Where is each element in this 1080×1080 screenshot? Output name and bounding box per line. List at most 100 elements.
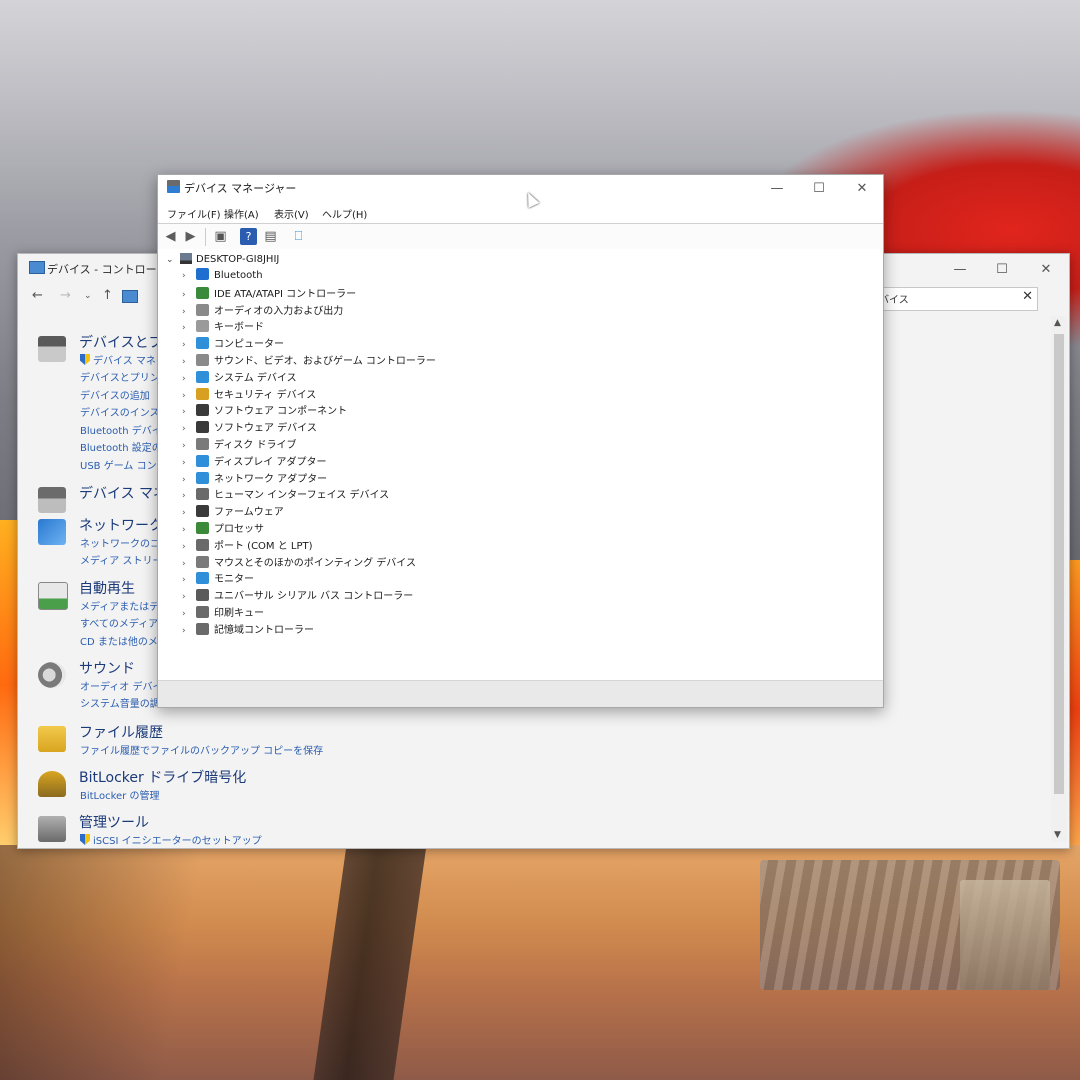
scroll-down-icon[interactable]: ▼ [1054,830,1061,840]
device-category-label: セキュリティ デバイス [214,389,317,401]
expand-chevron-icon[interactable]: › [182,441,194,451]
expand-chevron-icon[interactable]: › [182,609,194,619]
maximize-button[interactable]: ☐ [987,260,1017,280]
expand-chevron-icon[interactable]: › [182,357,194,367]
device-category-row[interactable]: › ディスプレイ アダプター [182,453,326,470]
help-icon[interactable]: ? [240,228,257,245]
collapse-chevron-icon[interactable]: ⌄ [166,255,178,265]
expand-chevron-icon[interactable]: › [182,559,194,569]
device-manager-titlebar[interactable]: デバイス マネージャー — ☐ ✕ [158,175,883,203]
device-category-row[interactable]: › IDE ATA/ATAPI コントローラー [182,285,356,302]
up-arrow-icon[interactable]: ↑ [102,288,113,303]
expand-chevron-icon[interactable]: › [182,575,194,585]
expand-chevron-icon[interactable]: › [182,290,194,300]
forward-icon[interactable]: ▶ [182,228,199,245]
device-category-label: ソフトウェア デバイス [214,423,317,435]
category-title[interactable]: ファイル履歴 [79,722,163,742]
menu-view[interactable]: 表示(V) [274,206,309,221]
minimize-button[interactable]: — [762,179,792,199]
device-category-row[interactable]: › コンピューター [182,335,284,352]
properties-icon[interactable]: ▤ [262,228,279,245]
expand-chevron-icon[interactable]: › [182,323,194,333]
device-category-row[interactable]: › マウスとそのほかのポインティング デバイス [182,554,416,571]
close-button[interactable]: ✕ [847,179,877,199]
device-category-row[interactable]: › システム デバイス [182,369,297,386]
device-category-row[interactable]: › ネットワーク アダプター [182,470,327,487]
category-link[interactable]: Bluetooth デバイ [80,422,162,437]
category-title[interactable]: サウンド [79,658,135,678]
device-category-row[interactable]: › ユニバーサル シリアル バス コントローラー [182,587,413,604]
device-category-row[interactable]: › ポート (COM と LPT) [182,537,313,554]
device-category-row[interactable]: › オーディオの入力および出力 [182,302,343,319]
search-field[interactable]: デバイス ✕ [864,287,1038,311]
expand-chevron-icon[interactable]: › [182,491,194,501]
minimize-button[interactable]: — [945,260,975,280]
category-link[interactable]: Bluetooth 設定の [80,439,162,454]
expand-chevron-icon[interactable]: › [182,391,194,401]
expand-chevron-icon[interactable]: › [182,458,194,468]
category-link[interactable]: メディアまたはデバ [80,598,169,613]
back-arrow-icon[interactable]: ← [32,288,43,303]
clear-search-icon[interactable]: ✕ [1022,289,1033,304]
device-category-row[interactable]: › キーボード [182,318,264,335]
root-label: DESKTOP-GI8JHIJ [196,254,280,265]
category-title[interactable]: BitLocker ドライブ暗号化 [79,767,246,787]
expand-chevron-icon[interactable]: › [182,525,194,535]
vertical-scrollbar[interactable]: ▲ ▼ [1051,316,1067,842]
device-category-row[interactable]: › ヒューマン インターフェイス デバイス [182,486,389,503]
hid-icon [196,488,209,501]
menu-action[interactable]: 操作(A) [224,206,259,221]
category-link[interactable]: iSCSI イニシエーターのセットアップ [80,832,262,847]
expand-chevron-icon[interactable]: › [182,542,194,552]
device-category-row[interactable]: › セキュリティ デバイス [182,386,316,403]
expand-chevron-icon[interactable]: › [182,475,194,485]
device-manager-icon [167,180,180,193]
forward-arrow-icon[interactable]: → [60,288,71,303]
category-link[interactable]: BitLocker の管理 [80,787,159,802]
device-category-row[interactable]: › プロセッサ [182,520,264,537]
device-category-row[interactable]: › 印刷キュー [182,604,264,621]
uac-shield-icon [80,834,90,845]
close-button[interactable]: ✕ [1031,260,1061,280]
category-link[interactable]: デバイス マネー [80,352,166,367]
device-category-row[interactable]: › ソフトウェア コンポーネント [182,402,347,419]
device-category-label: ネットワーク アダプター [214,473,328,485]
expand-chevron-icon[interactable]: › [182,271,194,281]
device-tree[interactable]: ⌄ DESKTOP-GI8JHIJ › Bluetooth › IDE ATA/ATAP… [158,249,883,681]
category-link[interactable]: ファイル履歴でファイルのバックアップ コピーを保存 [80,742,323,757]
device-category-row[interactable]: › ファームウェア [182,503,284,520]
category-title[interactable]: 自動再生 [79,578,135,598]
category-link[interactable]: USB ゲーム コント [80,457,167,472]
scrollbar-thumb[interactable] [1054,334,1064,794]
expand-chevron-icon[interactable]: › [182,307,194,317]
system-device-icon [196,370,209,383]
expand-chevron-icon[interactable]: › [182,592,194,602]
menu-help[interactable]: ヘルプ(H) [322,206,367,221]
device-category-row[interactable]: › 記憶域コントローラー [182,621,314,638]
category-link[interactable]: デバイスの追加 [80,387,150,402]
device-category-row[interactable]: › ディスク ドライブ [182,436,296,453]
device-manager-window[interactable]: デバイス マネージャー — ☐ ✕ ファイル(F) 操作(A) 表示(V) ヘル… [157,174,884,708]
expand-chevron-icon[interactable]: › [182,340,194,350]
expand-chevron-icon[interactable]: › [182,424,194,434]
show-hide-console-tree-icon[interactable]: ▣ [212,228,229,245]
device-category-row[interactable]: › サウンド、ビデオ、およびゲーム コントローラー [182,352,436,369]
usb-icon [196,589,209,602]
expand-chevron-icon[interactable]: › [182,626,194,636]
category-title[interactable]: 管理ツール [79,812,149,832]
device-category-row[interactable]: › Bluetooth [182,268,263,285]
expand-chevron-icon[interactable]: › [182,407,194,417]
device-category-row[interactable]: › モニター [182,570,254,587]
maximize-button[interactable]: ☐ [804,179,834,199]
tree-root[interactable]: ⌄ DESKTOP-GI8JHIJ [166,253,279,265]
expand-chevron-icon[interactable]: › [182,508,194,518]
category-link[interactable]: CD または他のメ [80,633,158,648]
device-category-row[interactable]: › ソフトウェア デバイス [182,419,317,436]
back-icon[interactable]: ◀ [162,228,179,245]
expand-chevron-icon[interactable]: › [182,374,194,384]
scan-hardware-icon[interactable]: ⎕ [290,228,307,245]
recent-chevron-icon[interactable]: ⌄ [84,291,92,301]
menu-file[interactable]: ファイル(F) [167,206,221,221]
category-link[interactable]: すべてのメディアと [80,615,168,630]
scroll-up-icon[interactable]: ▲ [1054,318,1061,328]
